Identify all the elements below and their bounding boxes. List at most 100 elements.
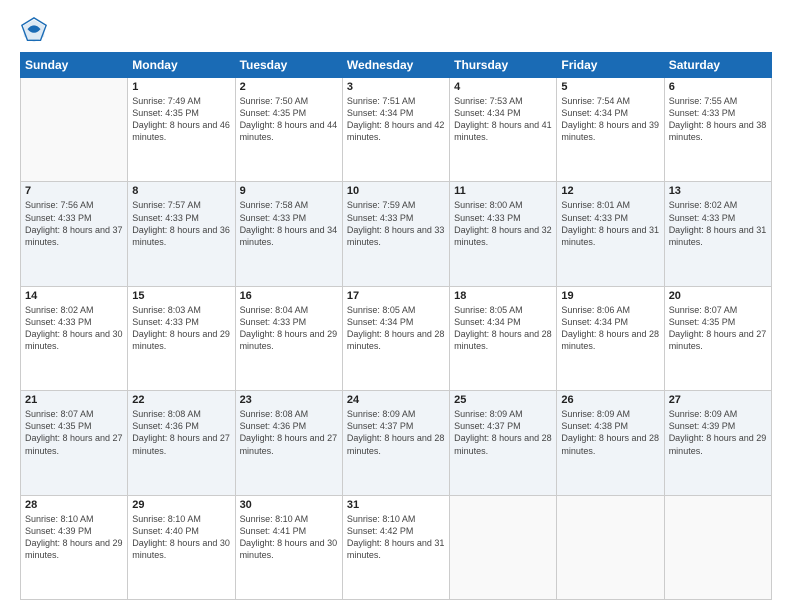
col-tuesday: Tuesday xyxy=(235,53,342,78)
day-info: Sunrise: 8:10 AMSunset: 4:42 PMDaylight:… xyxy=(347,513,445,562)
day-number: 12 xyxy=(561,185,659,197)
logo xyxy=(20,16,52,44)
day-number: 19 xyxy=(561,290,659,302)
day-info: Sunrise: 8:09 AMSunset: 4:37 PMDaylight:… xyxy=(347,408,445,457)
calendar-cell: 11Sunrise: 8:00 AMSunset: 4:33 PMDayligh… xyxy=(450,182,557,286)
day-info: Sunrise: 8:06 AMSunset: 4:34 PMDaylight:… xyxy=(561,304,659,353)
calendar-cell: 10Sunrise: 7:59 AMSunset: 4:33 PMDayligh… xyxy=(342,182,449,286)
day-number: 22 xyxy=(132,394,230,406)
day-number: 27 xyxy=(669,394,767,406)
day-info: Sunrise: 8:07 AMSunset: 4:35 PMDaylight:… xyxy=(25,408,123,457)
day-info: Sunrise: 8:09 AMSunset: 4:37 PMDaylight:… xyxy=(454,408,552,457)
day-info: Sunrise: 7:49 AMSunset: 4:35 PMDaylight:… xyxy=(132,95,230,144)
day-number: 3 xyxy=(347,81,445,93)
day-info: Sunrise: 7:55 AMSunset: 4:33 PMDaylight:… xyxy=(669,95,767,144)
calendar-week-2: 14 Sunrise: 8:02 AMSunset: 4:33 PMDayligh… xyxy=(21,286,772,390)
day-number: 21 xyxy=(25,394,123,406)
day-info: Sunrise: 7:57 AMSunset: 4:33 PMDaylight:… xyxy=(132,199,230,248)
day-number: 26 xyxy=(561,394,659,406)
day-number: 23 xyxy=(240,394,338,406)
day-number: 28 xyxy=(25,499,123,511)
calendar-cell: 2Sunrise: 7:50 AMSunset: 4:35 PMDaylight… xyxy=(235,78,342,182)
col-wednesday: Wednesday xyxy=(342,53,449,78)
calendar-cell xyxy=(450,495,557,599)
calendar-cell: 28 Sunrise: 8:10 AMSunset: 4:39 PMDayligh… xyxy=(21,495,128,599)
col-thursday: Thursday xyxy=(450,53,557,78)
calendar-cell: 21 Sunrise: 8:07 AMSunset: 4:35 PMDayligh… xyxy=(21,391,128,495)
day-info: Sunrise: 8:02 AMSunset: 4:33 PMDaylight:… xyxy=(25,304,123,353)
calendar-cell: 22 Sunrise: 8:08 AMSunset: 4:36 PMDayligh… xyxy=(128,391,235,495)
day-number: 4 xyxy=(454,81,552,93)
day-info: Sunrise: 8:09 AMSunset: 4:38 PMDaylight:… xyxy=(561,408,659,457)
calendar-cell: 19 Sunrise: 8:06 AMSunset: 4:34 PMDayligh… xyxy=(557,286,664,390)
calendar-cell: 23 Sunrise: 8:08 AMSunset: 4:36 PMDayligh… xyxy=(235,391,342,495)
header-row: Sunday Monday Tuesday Wednesday Thursday… xyxy=(21,53,772,78)
day-number: 24 xyxy=(347,394,445,406)
day-number: 16 xyxy=(240,290,338,302)
calendar-cell: 5Sunrise: 7:54 AMSunset: 4:34 PMDaylight… xyxy=(557,78,664,182)
col-sunday: Sunday xyxy=(21,53,128,78)
day-number: 1 xyxy=(132,81,230,93)
day-info: Sunrise: 8:00 AMSunset: 4:33 PMDaylight:… xyxy=(454,199,552,248)
day-info: Sunrise: 8:08 AMSunset: 4:36 PMDaylight:… xyxy=(132,408,230,457)
calendar-cell: 3 Sunrise: 7:51 AMSunset: 4:34 PMDaylight… xyxy=(342,78,449,182)
calendar-cell: 13Sunrise: 8:02 AMSunset: 4:33 PMDayligh… xyxy=(664,182,771,286)
col-friday: Friday xyxy=(557,53,664,78)
day-number: 6 xyxy=(669,81,767,93)
day-info: Sunrise: 8:10 AMSunset: 4:41 PMDaylight:… xyxy=(240,513,338,562)
day-info: Sunrise: 7:54 AMSunset: 4:34 PMDaylight:… xyxy=(561,95,659,144)
day-info: Sunrise: 7:51 AMSunset: 4:34 PMDaylight:… xyxy=(347,95,445,144)
day-number: 7 xyxy=(25,185,123,197)
page: Sunday Monday Tuesday Wednesday Thursday… xyxy=(0,0,792,612)
day-info: Sunrise: 8:03 AMSunset: 4:33 PMDaylight:… xyxy=(132,304,230,353)
calendar-cell: 1 Sunrise: 7:49 AMSunset: 4:35 PMDaylight… xyxy=(128,78,235,182)
calendar-cell: 18Sunrise: 8:05 AMSunset: 4:34 PMDayligh… xyxy=(450,286,557,390)
calendar-cell: 9 Sunrise: 7:58 AMSunset: 4:33 PMDaylight… xyxy=(235,182,342,286)
day-number: 2 xyxy=(240,81,338,93)
day-number: 31 xyxy=(347,499,445,511)
day-info: Sunrise: 7:56 AMSunset: 4:33 PMDaylight:… xyxy=(25,199,123,248)
calendar-cell: 30Sunrise: 8:10 AMSunset: 4:41 PMDayligh… xyxy=(235,495,342,599)
day-info: Sunrise: 8:07 AMSunset: 4:35 PMDaylight:… xyxy=(669,304,767,353)
calendar-cell xyxy=(21,78,128,182)
day-info: Sunrise: 8:01 AMSunset: 4:33 PMDaylight:… xyxy=(561,199,659,248)
day-number: 9 xyxy=(240,185,338,197)
calendar-header: Sunday Monday Tuesday Wednesday Thursday… xyxy=(21,53,772,78)
calendar-week-4: 28 Sunrise: 8:10 AMSunset: 4:39 PMDayligh… xyxy=(21,495,772,599)
day-number: 20 xyxy=(669,290,767,302)
calendar-cell: 16 Sunrise: 8:04 AMSunset: 4:33 PMDayligh… xyxy=(235,286,342,390)
day-info: Sunrise: 7:59 AMSunset: 4:33 PMDaylight:… xyxy=(347,199,445,248)
calendar-body: 1 Sunrise: 7:49 AMSunset: 4:35 PMDaylight… xyxy=(21,78,772,600)
day-info: Sunrise: 8:04 AMSunset: 4:33 PMDaylight:… xyxy=(240,304,338,353)
day-number: 25 xyxy=(454,394,552,406)
day-info: Sunrise: 8:09 AMSunset: 4:39 PMDaylight:… xyxy=(669,408,767,457)
day-number: 8 xyxy=(132,185,230,197)
day-number: 14 xyxy=(25,290,123,302)
calendar-cell: 29 Sunrise: 8:10 AMSunset: 4:40 PMDayligh… xyxy=(128,495,235,599)
day-info: Sunrise: 8:02 AMSunset: 4:33 PMDaylight:… xyxy=(669,199,767,248)
day-info: Sunrise: 7:58 AMSunset: 4:33 PMDaylight:… xyxy=(240,199,338,248)
col-saturday: Saturday xyxy=(664,53,771,78)
day-number: 15 xyxy=(132,290,230,302)
day-info: Sunrise: 7:53 AMSunset: 4:34 PMDaylight:… xyxy=(454,95,552,144)
day-info: Sunrise: 8:10 AMSunset: 4:39 PMDaylight:… xyxy=(25,513,123,562)
calendar-cell: 17Sunrise: 8:05 AMSunset: 4:34 PMDayligh… xyxy=(342,286,449,390)
calendar-cell xyxy=(557,495,664,599)
day-info: Sunrise: 8:08 AMSunset: 4:36 PMDaylight:… xyxy=(240,408,338,457)
day-info: Sunrise: 8:10 AMSunset: 4:40 PMDaylight:… xyxy=(132,513,230,562)
calendar-week-1: 7 Sunrise: 7:56 AMSunset: 4:33 PMDaylight… xyxy=(21,182,772,286)
day-info: Sunrise: 8:05 AMSunset: 4:34 PMDaylight:… xyxy=(347,304,445,353)
calendar-table: Sunday Monday Tuesday Wednesday Thursday… xyxy=(20,52,772,600)
calendar-week-0: 1 Sunrise: 7:49 AMSunset: 4:35 PMDaylight… xyxy=(21,78,772,182)
header xyxy=(20,16,772,44)
calendar-cell: 6 Sunrise: 7:55 AMSunset: 4:33 PMDaylight… xyxy=(664,78,771,182)
col-monday: Monday xyxy=(128,53,235,78)
calendar-cell: 31 Sunrise: 8:10 AMSunset: 4:42 PMDayligh… xyxy=(342,495,449,599)
calendar-cell: 15 Sunrise: 8:03 AMSunset: 4:33 PMDayligh… xyxy=(128,286,235,390)
calendar-cell: 12 Sunrise: 8:01 AMSunset: 4:33 PMDayligh… xyxy=(557,182,664,286)
day-info: Sunrise: 8:05 AMSunset: 4:34 PMDaylight:… xyxy=(454,304,552,353)
day-number: 29 xyxy=(132,499,230,511)
calendar-cell: 4 Sunrise: 7:53 AMSunset: 4:34 PMDaylight… xyxy=(450,78,557,182)
calendar-cell: 8 Sunrise: 7:57 AMSunset: 4:33 PMDaylight… xyxy=(128,182,235,286)
calendar-cell: 24 Sunrise: 8:09 AMSunset: 4:37 PMDayligh… xyxy=(342,391,449,495)
